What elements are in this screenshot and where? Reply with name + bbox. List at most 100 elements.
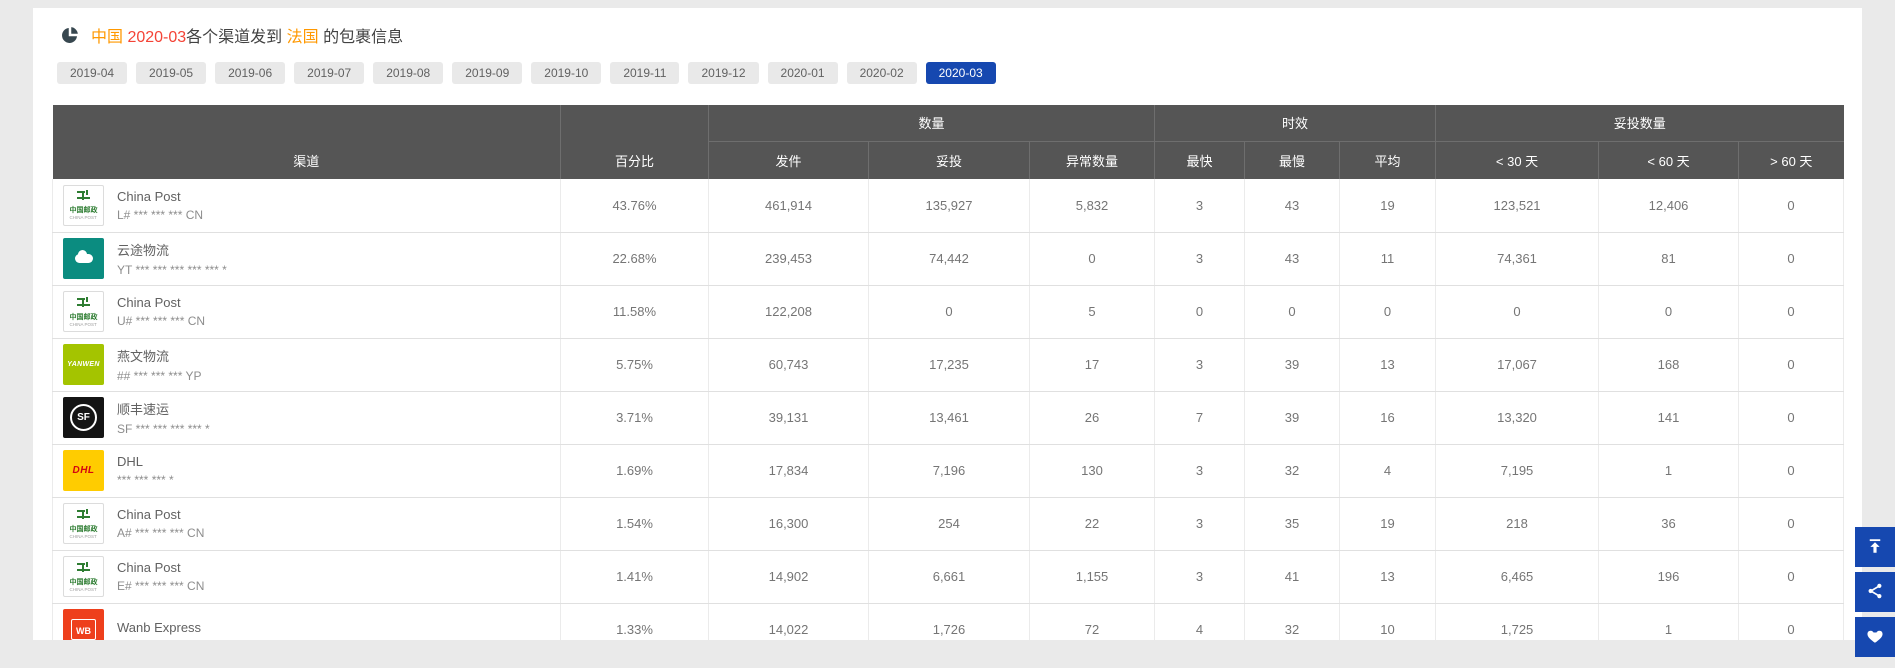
value-cell: 4 xyxy=(1339,444,1437,498)
percent-cell: 43.76% xyxy=(560,179,709,233)
channel-code: U# *** *** *** CN xyxy=(117,314,206,328)
col-percent: 百分比 xyxy=(560,141,709,179)
col-sent: 发件 xyxy=(708,141,869,179)
col-lt60: < 60 天 xyxy=(1598,141,1740,179)
value-cell: 60,743 xyxy=(708,338,869,392)
value-cell: 218 xyxy=(1435,497,1600,551)
group-header-row: 数量 时效 妥投数量 xyxy=(52,105,1844,142)
tab-2019-09[interactable]: 2019-09 xyxy=(452,62,523,84)
channel-code: SF *** *** *** *** * xyxy=(117,422,210,436)
value-cell: 5,832 xyxy=(1029,179,1156,233)
percent-cell: 3.71% xyxy=(560,391,709,445)
china-post-emblem-icon xyxy=(75,508,92,523)
title-part: 法国 xyxy=(286,29,319,46)
china-post-logo: 中国邮政 CHINA POST xyxy=(63,184,104,226)
yanwen-logo: YANWEN xyxy=(63,344,104,385)
value-cell: 0 xyxy=(1029,232,1156,286)
value-cell: 16,300 xyxy=(708,497,869,551)
value-cell: 81 xyxy=(1598,232,1740,286)
col-gt60: > 60 天 xyxy=(1738,141,1844,179)
value-cell: 196 xyxy=(1598,550,1740,604)
value-cell: 19 xyxy=(1339,497,1437,551)
value-cell: 35 xyxy=(1244,497,1341,551)
table-row: 中国邮政 CHINA POST China Post E# *** *** *** C… xyxy=(52,550,1845,604)
col-average: 平均 xyxy=(1339,141,1437,179)
value-cell: 17,067 xyxy=(1435,338,1600,392)
tab-2019-04[interactable]: 2019-04 xyxy=(57,62,128,84)
title-part: 的包裹信息 xyxy=(318,29,404,46)
channel-code: *** *** *** * xyxy=(117,473,174,487)
value-cell: 461,914 xyxy=(708,179,869,233)
tab-2019-08[interactable]: 2019-08 xyxy=(373,62,444,84)
value-cell: 0 xyxy=(1738,232,1845,286)
tab-2019-05[interactable]: 2019-05 xyxy=(136,62,207,84)
favorite-button[interactable] xyxy=(1855,617,1895,657)
value-cell: 74,442 xyxy=(868,232,1030,286)
value-cell: 32 xyxy=(1244,444,1341,498)
value-cell: 4 xyxy=(1154,603,1246,640)
china-post-emblem-icon xyxy=(75,296,92,311)
value-cell: 0 xyxy=(1738,391,1845,445)
page-title: 中国 2020-03各个渠道发到 法国 的包裹信息 xyxy=(91,23,403,47)
value-cell: 36 xyxy=(1598,497,1740,551)
wanb-logo: WB xyxy=(63,609,104,640)
value-cell: 72 xyxy=(1029,603,1156,640)
value-cell: 43 xyxy=(1244,232,1341,286)
col-fastest: 最快 xyxy=(1154,141,1246,179)
tab-2019-07[interactable]: 2019-07 xyxy=(294,62,365,84)
channel-name: DHL xyxy=(117,454,144,469)
value-cell: 12,406 xyxy=(1598,179,1740,233)
channel-cell: 云途物流 YT *** *** *** *** *** * xyxy=(52,232,561,286)
china-post-emblem-icon xyxy=(75,189,92,204)
tab-2019-11[interactable]: 2019-11 xyxy=(610,62,680,84)
tab-2020-01[interactable]: 2020-01 xyxy=(767,62,838,84)
tab-2019-12[interactable]: 2019-12 xyxy=(688,62,759,84)
value-cell: 123,521 xyxy=(1435,179,1600,233)
percent-cell: 1.54% xyxy=(560,497,709,551)
value-cell: 22 xyxy=(1029,497,1156,551)
percent-cell: 1.41% xyxy=(560,550,709,604)
tab-2019-10[interactable]: 2019-10 xyxy=(531,62,602,84)
channel-name: China Post xyxy=(117,295,181,310)
table-row: SF 顺丰速运 SF *** *** *** *** * 3.71% 39,131 13,… xyxy=(52,391,1845,445)
share-icon xyxy=(1866,582,1884,603)
channel-cell: 中国邮政 CHINA POST China Post A# *** *** *** C… xyxy=(52,497,561,551)
back-to-top-button[interactable] xyxy=(1855,527,1895,567)
table-row: YANWEN 燕文物流 ## *** *** *** YP 5.75% 60,743 17… xyxy=(52,338,1845,392)
col-delivered: 妥投 xyxy=(868,141,1030,179)
value-cell: 3 xyxy=(1154,550,1246,604)
value-cell: 19 xyxy=(1339,179,1437,233)
title-part: 2020-03 xyxy=(127,29,187,46)
value-cell: 14,022 xyxy=(708,603,869,640)
packages-table-wrap: 数量 时效 妥投数量 渠道 百分比 发件 妥投 异常数量 最快 最慢 平均 < … xyxy=(52,105,1845,640)
cloud-icon xyxy=(74,250,93,263)
value-cell: 3 xyxy=(1154,232,1246,286)
pie-chart-icon xyxy=(60,25,80,45)
group-header-delivered: 妥投数量 xyxy=(1435,105,1844,142)
channel-name: Wanb Express xyxy=(117,620,202,635)
value-cell: 135,927 xyxy=(868,179,1030,233)
channel-cell: DHL DHL *** *** *** * xyxy=(52,444,561,498)
percent-cell: 1.33% xyxy=(560,603,709,640)
value-cell: 0 xyxy=(1738,285,1845,339)
value-cell: 0 xyxy=(1738,497,1845,551)
china-post-emblem-icon xyxy=(75,561,92,576)
value-cell: 39 xyxy=(1244,391,1341,445)
table-row: 中国邮政 CHINA POST China Post A# *** *** *** C… xyxy=(52,497,1845,551)
value-cell: 6,465 xyxy=(1435,550,1600,604)
channel-name: China Post xyxy=(117,188,181,204)
percent-cell: 1.69% xyxy=(560,444,709,498)
value-cell: 41 xyxy=(1244,550,1341,604)
tab-2019-06[interactable]: 2019-06 xyxy=(215,62,286,84)
value-cell: 130 xyxy=(1029,444,1156,498)
tab-2020-02[interactable]: 2020-02 xyxy=(846,62,917,84)
channel-name: China Post xyxy=(117,507,181,522)
tab-2020-03[interactable]: 2020-03 xyxy=(925,62,996,84)
column-header-row: 渠道 百分比 发件 妥投 异常数量 最快 最慢 平均 < 30 天 < 60 天… xyxy=(52,141,1844,179)
value-cell: 0 xyxy=(1738,338,1845,392)
table-row: 中国邮政 CHINA POST China Post L# *** *** *** C… xyxy=(52,179,1845,233)
value-cell: 43 xyxy=(1244,179,1341,233)
share-button[interactable] xyxy=(1855,572,1895,612)
back-to-top-icon xyxy=(1866,537,1884,558)
value-cell: 3 xyxy=(1154,444,1246,498)
